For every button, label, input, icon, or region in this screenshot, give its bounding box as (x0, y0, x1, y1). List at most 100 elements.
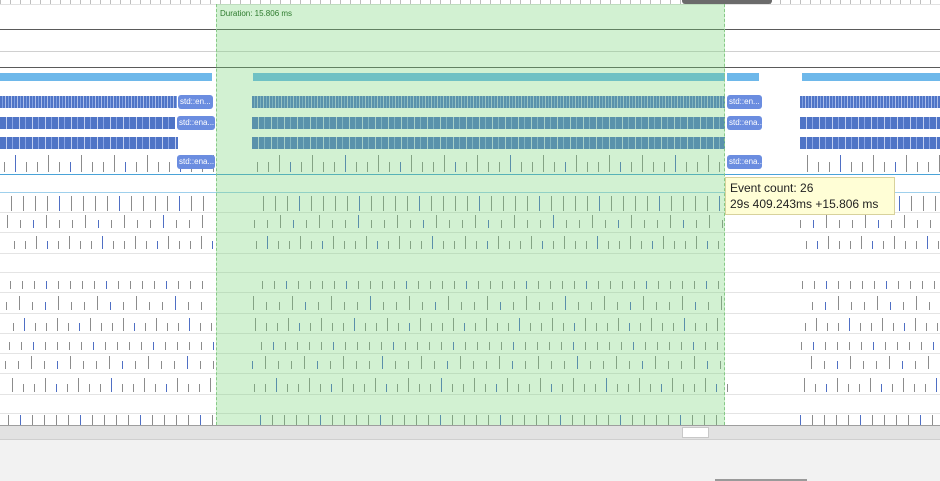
event-tick[interactable] (849, 318, 850, 331)
event-tick[interactable] (202, 281, 203, 289)
event-tick[interactable] (812, 302, 813, 310)
event-tick[interactable] (800, 220, 801, 228)
event-tick[interactable] (814, 281, 815, 289)
event-tick[interactable] (123, 318, 124, 331)
slice-group[interactable] (800, 137, 940, 149)
event-tick[interactable] (813, 220, 814, 228)
event-tick[interactable] (175, 296, 176, 310)
event-tick[interactable] (122, 361, 123, 369)
event-tick[interactable] (889, 356, 890, 369)
event-tick[interactable] (824, 415, 825, 425)
slice-group[interactable] (800, 117, 940, 129)
event-tick[interactable] (825, 342, 826, 350)
event-tick[interactable] (47, 196, 48, 211)
event-tick[interactable] (925, 384, 926, 392)
event-tick[interactable] (123, 302, 124, 310)
event-tick[interactable] (861, 236, 862, 249)
event-tick[interactable] (81, 342, 82, 350)
event-tick[interactable] (850, 281, 851, 289)
event-tick[interactable] (136, 296, 137, 310)
event-tick[interactable] (31, 356, 32, 369)
event-tick[interactable] (163, 215, 164, 228)
event-tick[interactable] (904, 215, 905, 228)
event-tick[interactable] (813, 342, 814, 350)
event-tick[interactable] (802, 281, 803, 289)
event-tick[interactable] (107, 196, 108, 211)
event-tick[interactable] (874, 281, 875, 289)
event-tick[interactable] (836, 415, 837, 425)
event-tick[interactable] (5, 361, 6, 369)
event-tick[interactable] (884, 415, 885, 425)
scrollbar-thumb[interactable] (682, 427, 709, 438)
event-tick[interactable] (837, 342, 838, 350)
event-tick[interactable] (861, 342, 862, 350)
event-tick[interactable] (59, 196, 60, 211)
event-tick[interactable] (56, 384, 57, 392)
event-tick[interactable] (191, 196, 192, 211)
event-tick[interactable] (201, 342, 202, 350)
event-tick[interactable] (860, 323, 861, 331)
event-tick[interactable] (872, 241, 873, 249)
event-tick[interactable] (926, 323, 927, 331)
time-selection-area[interactable] (216, 4, 725, 425)
event-tick[interactable] (70, 281, 71, 289)
slice-label[interactable]: std::ena... (177, 155, 215, 169)
event-tick[interactable] (68, 323, 69, 331)
event-tick[interactable] (67, 384, 68, 392)
event-tick[interactable] (893, 323, 894, 331)
event-tick[interactable] (95, 196, 96, 211)
event-tick[interactable] (201, 236, 202, 249)
event-tick[interactable] (902, 361, 903, 369)
event-tick[interactable] (927, 236, 928, 249)
event-tick[interactable] (149, 302, 150, 310)
event-tick[interactable] (870, 378, 871, 392)
event-tick[interactable] (202, 215, 203, 228)
event-tick[interactable] (90, 318, 91, 331)
event-tick[interactable] (130, 281, 131, 289)
event-tick[interactable] (109, 356, 110, 369)
event-tick[interactable] (116, 415, 117, 425)
event-tick[interactable] (79, 323, 80, 331)
event-tick[interactable] (57, 342, 58, 350)
event-tick[interactable] (203, 196, 204, 211)
event-tick[interactable] (155, 384, 156, 392)
slice-label[interactable]: std::en... (178, 95, 213, 109)
event-tick[interactable] (9, 342, 10, 350)
event-tick[interactable] (45, 342, 46, 350)
event-tick[interactable] (188, 384, 189, 392)
event-tick[interactable] (165, 342, 166, 350)
horizontal-scrollbar[interactable] (0, 425, 940, 440)
event-tick[interactable] (22, 281, 23, 289)
event-tick[interactable] (11, 196, 12, 211)
event-tick[interactable] (916, 241, 917, 249)
event-tick[interactable] (83, 361, 84, 369)
event-tick[interactable] (133, 384, 134, 392)
event-tick[interactable] (938, 241, 939, 249)
event-tick[interactable] (20, 220, 21, 228)
event-tick[interactable] (141, 342, 142, 350)
event-tick[interactable] (20, 415, 21, 425)
event-tick[interactable] (71, 196, 72, 211)
event-tick[interactable] (200, 415, 201, 425)
event-tick[interactable] (210, 378, 211, 392)
event-tick[interactable] (111, 220, 112, 228)
event-tick[interactable] (57, 318, 58, 331)
event-tick[interactable] (200, 361, 201, 369)
event-tick[interactable] (890, 302, 891, 310)
event-tick[interactable] (148, 356, 149, 369)
event-tick[interactable] (897, 342, 898, 350)
event-tick[interactable] (129, 342, 130, 350)
event-tick[interactable] (18, 361, 19, 369)
event-tick[interactable] (142, 281, 143, 289)
event-tick[interactable] (135, 361, 136, 369)
event-tick[interactable] (152, 415, 153, 425)
event-tick[interactable] (177, 378, 178, 392)
event-tick[interactable] (8, 415, 9, 425)
event-tick[interactable] (876, 361, 877, 369)
event-tick[interactable] (33, 220, 34, 228)
event-tick[interactable] (838, 323, 839, 331)
slice-label[interactable]: std::en... (727, 95, 762, 109)
event-tick[interactable] (892, 384, 893, 392)
slice-label[interactable]: std::ena... (177, 116, 215, 130)
event-tick[interactable] (903, 378, 904, 392)
